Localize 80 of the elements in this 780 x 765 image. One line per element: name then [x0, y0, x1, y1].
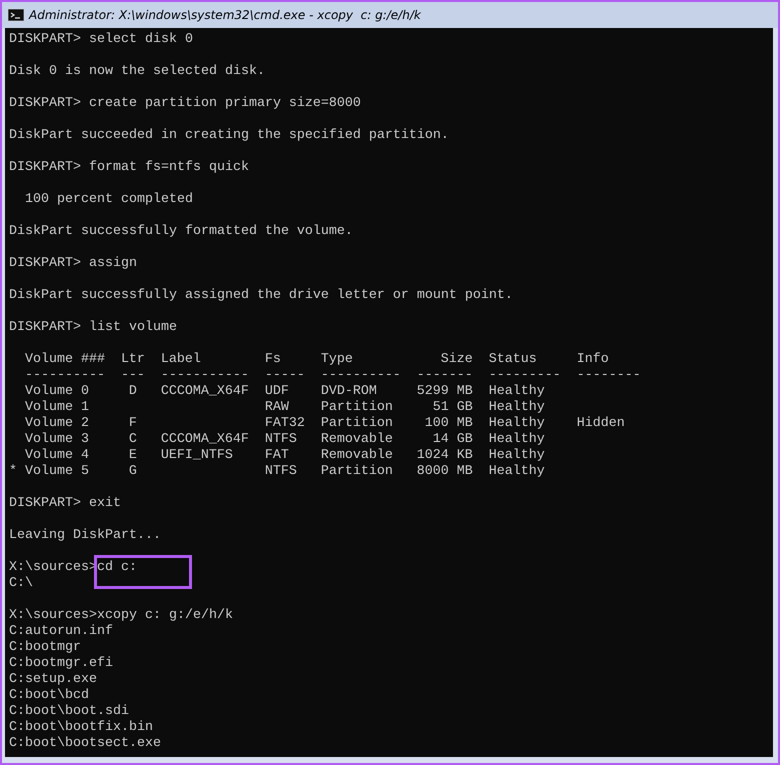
- table-cell: Healthy: [488, 384, 545, 399]
- table-cell: Healthy: [488, 448, 545, 463]
- console-line: C:setup.exe: [9, 672, 97, 687]
- table-cell: Volume 2: [24, 416, 89, 431]
- console-line: C:boot\bootsect.exe: [9, 736, 161, 751]
- console-line: C:boot\boot.sdi: [9, 704, 129, 719]
- table-cell: 8000 MB: [416, 464, 473, 479]
- table-cell: CCCOMA_X64F: [160, 384, 249, 399]
- console-line: Disk 0 is now the selected disk.: [9, 64, 265, 79]
- table-cell: 51 GB: [432, 400, 473, 415]
- separator-dashes: --------: [576, 368, 641, 383]
- table-cell: DVD-ROM: [320, 384, 377, 399]
- column-header: Status: [488, 352, 537, 367]
- table-cell: FAT: [264, 448, 289, 463]
- column-header: Label: [160, 352, 201, 367]
- console-line: DISKPART> list volume: [9, 320, 177, 335]
- separator-dashes: -----------: [160, 368, 249, 383]
- table-cell: 14 GB: [432, 432, 473, 447]
- table-cell: G: [128, 464, 137, 479]
- table-cell: D: [128, 384, 137, 399]
- table-cell: Partition: [320, 416, 393, 431]
- table-cell: Partition: [320, 464, 393, 479]
- table-cell: Removable: [320, 432, 393, 447]
- table-cell: Volume 5: [24, 464, 89, 479]
- table-cell: Volume 4: [24, 448, 89, 463]
- console-line: DISKPART> assign: [9, 256, 137, 271]
- table-cell: Healthy: [488, 416, 545, 431]
- console-line: C:boot\bcd: [9, 688, 89, 703]
- separator-dashes: ---------: [488, 368, 561, 383]
- table-cell: Volume 0: [24, 384, 89, 399]
- column-header: Volume ###: [24, 352, 105, 367]
- console-line: DiskPart successfully formatted the volume.: [9, 224, 353, 239]
- console-line: C:bootmgr: [9, 640, 81, 655]
- separator-dashes: -----: [264, 368, 305, 383]
- terminal-icon: [8, 9, 24, 21]
- console-line: DiskPart successfully assigned the drive letter or mount point.: [9, 288, 513, 303]
- console-line: DISKPART> format fs=ntfs quick: [9, 160, 249, 175]
- column-header: Fs: [264, 352, 281, 367]
- table-cell: F: [128, 416, 137, 431]
- column-header: Size: [440, 352, 473, 367]
- console-line: C:\: [9, 576, 33, 591]
- table-cell: RAW: [264, 400, 289, 415]
- table-cell: C: [128, 432, 137, 447]
- console-line: DISKPART> create partition primary size=8000: [9, 96, 361, 111]
- table-cell: UDF: [264, 384, 289, 399]
- table-cell: Healthy: [488, 464, 545, 479]
- console-line: DiskPart succeeded in creating the specified partition.: [9, 128, 449, 143]
- console-line: X:\sources>xcopy c: g:/e/h/k: [9, 608, 233, 623]
- table-cell: 5299 MB: [416, 384, 473, 399]
- column-header: Info: [576, 352, 609, 367]
- table-cell: Removable: [320, 448, 393, 463]
- table-cell: NTFS: [264, 464, 297, 479]
- table-cell: Volume 3: [24, 432, 89, 447]
- console-line: Leaving DiskPart...: [9, 528, 161, 543]
- console-line: DISKPART> select disk 0: [9, 32, 193, 47]
- table-cell: 1024 KB: [416, 448, 473, 463]
- console-line: C:boot\bootfix.bin: [9, 720, 153, 735]
- console-line: C:bootmgr.efi: [9, 656, 113, 671]
- table-cell: CCCOMA_X64F: [160, 432, 249, 447]
- current-marker: *: [9, 464, 17, 479]
- table-cell: 100 MB: [424, 416, 473, 431]
- console-line: C:autorun.inf: [9, 624, 113, 639]
- table-cell: Partition: [320, 400, 393, 415]
- table-cell: E: [128, 448, 137, 463]
- column-header: Type: [320, 352, 353, 367]
- separator-dashes: ----------: [24, 368, 105, 383]
- table-cell: NTFS: [264, 432, 297, 447]
- table-cell: FAT32: [264, 416, 305, 431]
- console-line: DISKPART> exit: [9, 496, 121, 511]
- column-header: Ltr: [120, 352, 145, 367]
- window-title: Administrator: X:\windows\system32\cmd.exe - xcopy c: g:/e/h/k: [29, 7, 421, 24]
- separator-dashes: -------: [416, 368, 473, 383]
- separator-dashes: ----------: [320, 368, 401, 383]
- table-cell: UEFI_NTFS: [160, 448, 233, 463]
- separator-dashes: ---: [120, 368, 145, 383]
- table-cell: Hidden: [576, 416, 625, 431]
- table-cell: Healthy: [488, 432, 545, 447]
- table-cell: Volume 1: [24, 400, 89, 415]
- table-cell: Healthy: [488, 400, 545, 415]
- console-line: 100 percent completed: [24, 192, 193, 207]
